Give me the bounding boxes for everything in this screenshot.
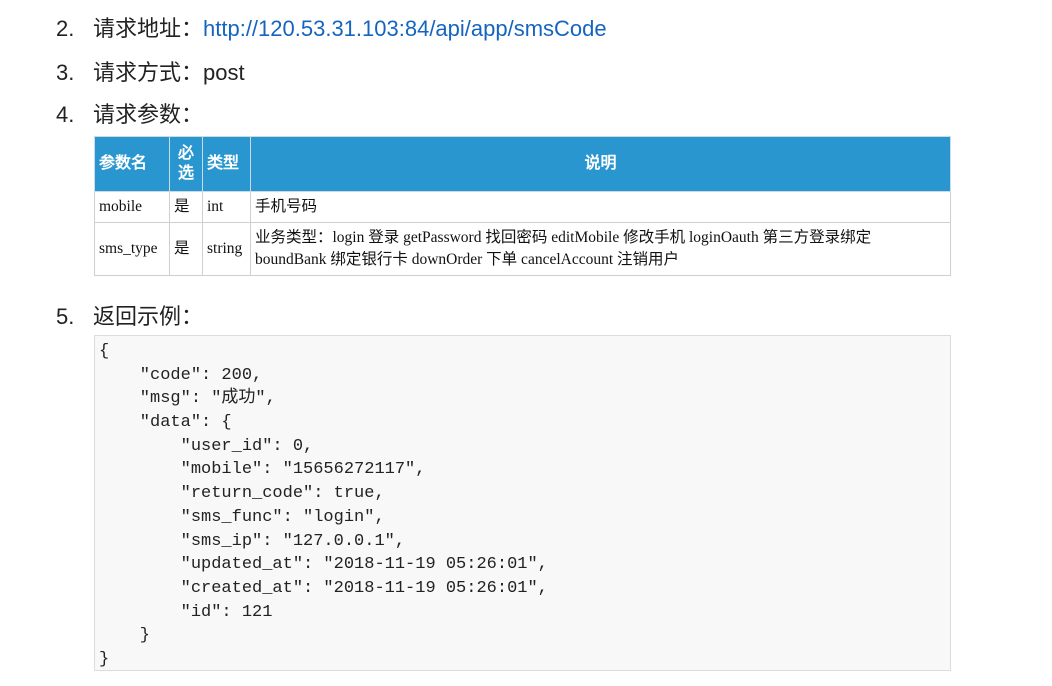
params-table: 参数名 必 选 类型 说明 mobile 是 int 手机号码 sms_type… xyxy=(94,136,951,276)
code-line: "created_at": "2018-11-19 05:26:01", xyxy=(99,578,548,598)
list-item-request-url: 2. 请求地址：http://120.53.31.103:84/api/app/s… xyxy=(56,14,607,44)
table-header-row: 参数名 必 选 类型 说明 xyxy=(94,136,951,192)
code-line: "user_id": 0, xyxy=(99,436,314,456)
code-line: } xyxy=(99,649,110,669)
response-code-block: { "code": 200, "msg": "成功", "data": { "u… xyxy=(94,335,951,671)
header-type: 类型 xyxy=(202,136,251,192)
code-line: "updated_at": "2018-11-19 05:26:01", xyxy=(99,555,548,575)
list-number: 5. xyxy=(56,304,75,329)
header-required-text: 必 选 xyxy=(177,145,194,182)
request-url-link[interactable]: http://120.53.31.103:84/api/app/smsCode xyxy=(203,16,607,41)
code-line: "return_code": true, xyxy=(99,484,385,504)
request-url-label: 请求地址： xyxy=(93,16,204,41)
list-number: 3. xyxy=(56,60,75,85)
code-line: { xyxy=(99,342,110,361)
code-line: "code": 200, xyxy=(99,365,263,385)
table-row: mobile 是 int 手机号码 xyxy=(94,191,951,223)
cell-type: string xyxy=(202,222,251,276)
list-number: 2. xyxy=(56,16,75,41)
request-params-label: 请求参数： xyxy=(93,102,204,127)
code-line: "msg": "成功", xyxy=(99,389,276,409)
cell-description: 手机号码 xyxy=(250,191,951,223)
cell-required: 是 xyxy=(169,191,203,223)
list-item-response-example: 5. 返回示例： xyxy=(56,302,203,332)
cell-type: int xyxy=(202,191,251,223)
code-line: } xyxy=(99,626,151,646)
list-item-request-params: 4. 请求参数： xyxy=(56,100,203,130)
response-example-label: 返回示例： xyxy=(93,304,204,329)
list-item-request-method: 3. 请求方式：post xyxy=(56,58,245,88)
list-number: 4. xyxy=(56,102,75,127)
cell-description: 业务类型：login 登录 getPassword 找回密码 editMobil… xyxy=(250,222,951,276)
cell-param-name: mobile xyxy=(94,191,170,223)
header-required: 必 选 xyxy=(169,136,203,192)
cell-required: 是 xyxy=(169,222,203,276)
table-row: sms_type 是 string 业务类型：login 登录 getPassw… xyxy=(94,222,951,276)
request-method-label: 请求方式： xyxy=(93,60,204,85)
code-line: "data": { xyxy=(99,413,232,433)
code-line: "id": 121 xyxy=(99,602,273,622)
code-line: "sms_ip": "127.0.0.1", xyxy=(99,531,406,551)
cell-param-name: sms_type xyxy=(94,222,170,276)
code-line: "mobile": "15656272117", xyxy=(99,460,426,480)
code-line: "sms_func": "login", xyxy=(99,507,385,527)
header-description: 说明 xyxy=(250,136,951,192)
header-param-name: 参数名 xyxy=(94,136,170,192)
request-method-value: post xyxy=(203,60,245,85)
